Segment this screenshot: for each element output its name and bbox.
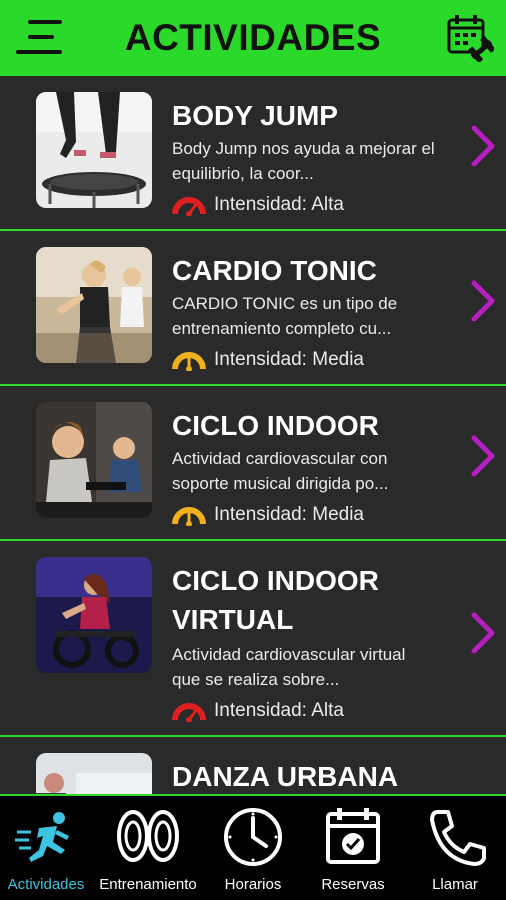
intensity-row: Intensidad: Media	[172, 347, 364, 373]
intensity-row: Intensidad: Alta	[172, 192, 344, 218]
gauge-medium-icon	[172, 507, 206, 526]
running-man-icon	[15, 812, 69, 862]
bottom-tab-bar: Actividades Entrenamiento Horarios Reser…	[0, 794, 506, 900]
gauge-high-icon	[172, 197, 206, 216]
clock-icon	[224, 808, 282, 866]
intensity-label: Intensidad: Alta	[214, 700, 344, 721]
activity-thumbnail	[36, 247, 152, 363]
chevron-right-icon[interactable]	[468, 279, 496, 323]
gauge-medium-icon	[172, 352, 206, 371]
intensity-label: Intensidad: Media	[214, 504, 364, 525]
activity-item-danza-urbana[interactable]: DANZA URBANA	[0, 737, 506, 794]
tab-label: Actividades	[7, 876, 85, 893]
intensity-label: Intensidad: Media	[214, 349, 364, 370]
activity-item-ciclo-indoor-virtual[interactable]: CICLO INDOOR VIRTUAL Actividad cardiovas…	[0, 541, 506, 737]
app-header: ACTIVIDADES	[0, 0, 506, 76]
activity-thumbnail	[36, 753, 152, 794]
chevron-right-icon[interactable]	[468, 611, 496, 655]
activity-thumbnail	[36, 402, 152, 518]
tab-reservas[interactable]: Reservas	[302, 796, 404, 900]
intensity-row: Intensidad: Alta	[172, 698, 344, 724]
tab-label: Reservas	[321, 876, 385, 893]
tab-label: Llamar	[432, 876, 478, 893]
tab-label: Entrenamiento	[99, 876, 197, 893]
tab-horarios[interactable]: Horarios	[204, 796, 302, 900]
activity-item-body-jump[interactable]: BODY JUMP Body Jump nos ayuda a mejorar …	[0, 76, 506, 231]
activity-description: Actividad cardiovascular virtual que se …	[172, 645, 406, 689]
tab-llamar[interactable]: Llamar	[404, 796, 506, 900]
activity-title: DANZA URBANA	[172, 761, 399, 792]
tab-actividades[interactable]: Actividades	[0, 796, 92, 900]
activity-thumbnail	[36, 557, 152, 673]
chevron-right-icon[interactable]	[468, 434, 496, 478]
activity-description: Actividad cardiovascular con soporte mus…	[172, 449, 389, 493]
phone-icon	[430, 810, 486, 866]
menu-bar	[28, 35, 54, 39]
intensity-label: Intensidad: Alta	[214, 194, 344, 215]
tab-label: Horarios	[224, 876, 282, 893]
weight-plates-icon	[117, 810, 179, 862]
menu-button[interactable]	[16, 18, 62, 56]
page-title: ACTIVIDADES	[124, 17, 382, 58]
menu-bar	[28, 20, 62, 24]
activity-item-ciclo-indoor[interactable]: CICLO INDOOR Actividad cardiovascular co…	[0, 386, 506, 541]
activity-description: CARDIO TONIC es un tipo de entrenamiento…	[172, 294, 398, 338]
activity-title: CICLO INDOOR VIRTUAL	[172, 565, 379, 635]
menu-bar	[16, 50, 62, 54]
calendar-check-icon	[326, 808, 380, 864]
gauge-high-icon	[172, 703, 206, 722]
chevron-right-icon[interactable]	[468, 124, 496, 168]
calendar-dumbbell-icon[interactable]	[444, 12, 496, 63]
activity-title: CARDIO TONIC	[172, 255, 377, 286]
tab-entrenamiento[interactable]: Entrenamiento	[92, 796, 204, 900]
activity-description: Body Jump nos ayuda a mejorar el equilib…	[172, 139, 435, 183]
intensity-row: Intensidad: Media	[172, 502, 364, 528]
activity-title: CICLO INDOOR	[172, 410, 379, 441]
activity-title: BODY JUMP	[172, 100, 338, 131]
activity-thumbnail	[36, 92, 152, 208]
activity-item-cardio-tonic[interactable]: CARDIO TONIC CARDIO TONIC es un tipo de …	[0, 231, 506, 386]
activities-list[interactable]: BODY JUMP Body Jump nos ayuda a mejorar …	[0, 76, 506, 794]
